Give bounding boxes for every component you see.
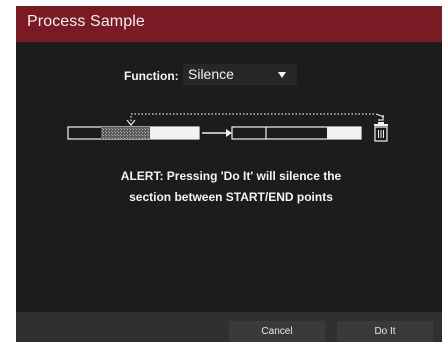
sample-after-bar — [231, 126, 362, 140]
do-it-button[interactable]: Do It — [337, 321, 433, 342]
alert-line-2: section between START/END points — [129, 190, 333, 204]
alert-message: ALERT: Pressing 'Do It' will silence the… — [96, 166, 366, 208]
sample-before-bar — [67, 126, 200, 140]
arrow-right-icon — [202, 129, 232, 137]
button-bar: Cancel Do It — [16, 312, 442, 342]
cancel-button[interactable]: Cancel — [229, 321, 325, 342]
trash-icon — [374, 122, 388, 142]
process-sample-dialog: Process Sample Function: Silence ALERT: … — [16, 6, 442, 342]
return-arrow-icon — [126, 113, 385, 126]
alert-line-1: ALERT: Pressing 'Do It' will silence the — [120, 169, 342, 183]
